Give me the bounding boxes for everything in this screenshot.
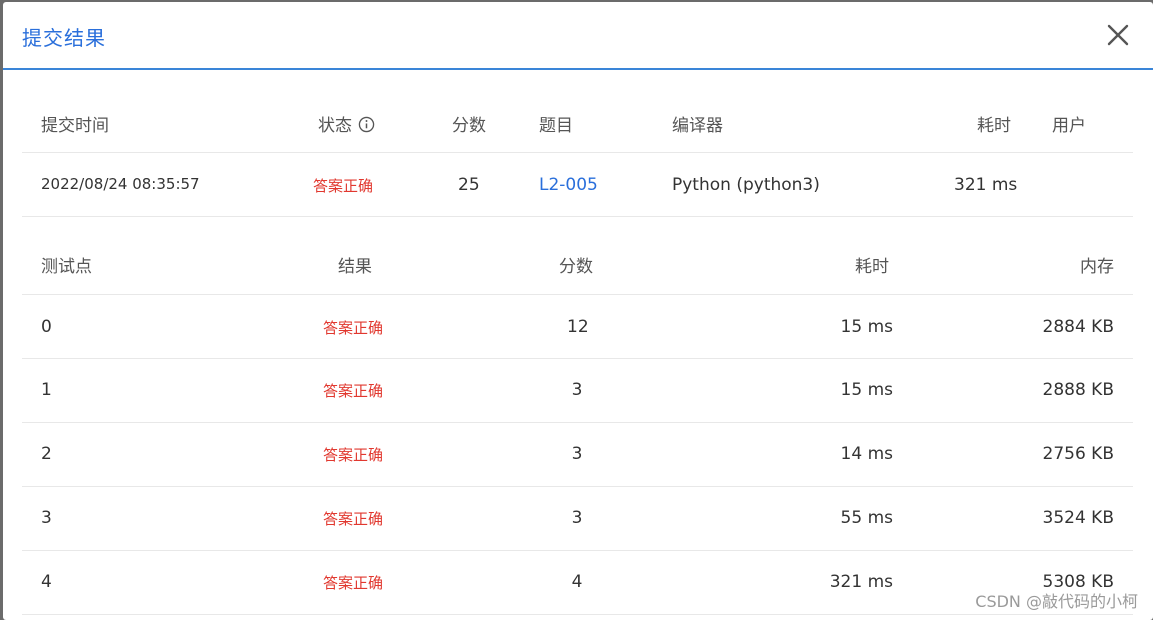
testcase-result: 答案正确 xyxy=(323,446,384,464)
testcase-score: 3 xyxy=(571,508,583,528)
testcase-result: 答案正确 xyxy=(323,574,384,592)
testcase-memory: 2884 KB xyxy=(1042,317,1114,337)
testcase-id: 1 xyxy=(41,380,52,400)
submission-status: 答案正确 xyxy=(313,177,374,195)
close-icon xyxy=(1107,24,1129,46)
testcase-duration: 15 ms xyxy=(840,317,893,337)
header-testcase-result: 结果 xyxy=(338,257,372,277)
testcase-memory: 3524 KB xyxy=(1042,508,1114,528)
testcase-result: 答案正确 xyxy=(323,382,384,400)
testcase-id: 0 xyxy=(41,317,52,337)
submission-compiler: Python (python3) xyxy=(672,175,820,195)
testcase-row: 4 答案正确 4 321 ms 5308 KB xyxy=(22,551,1133,615)
testcase-result: 答案正确 xyxy=(323,319,384,337)
submission-row: 2022/08/24 08:35:57 答案正确 25 L2-005 Pytho… xyxy=(22,153,1133,217)
testcase-id: 2 xyxy=(41,444,52,464)
header-testcase-duration: 耗时 xyxy=(855,257,889,277)
header-score: 分数 xyxy=(452,116,486,136)
submission-header-row: 提交时间 状态 分数 题目 编译器 耗时 用户 xyxy=(22,90,1133,153)
testcase-score: 3 xyxy=(571,444,583,464)
testcase-row: 0 答案正确 12 15 ms 2884 KB xyxy=(22,295,1133,359)
submission-time: 2022/08/24 08:35:57 xyxy=(41,175,200,193)
modal-header: 提交结果 xyxy=(3,2,1153,70)
testcase-memory: 2756 KB xyxy=(1042,444,1114,464)
testcase-id: 4 xyxy=(41,572,52,592)
header-status: 状态 xyxy=(318,111,375,136)
testcase-row: 3 答案正确 3 55 ms 3524 KB xyxy=(22,487,1133,551)
header-testcase-score: 分数 xyxy=(559,257,593,277)
submission-result-modal: 提交结果 提交时间 状态 分数 题目 编译器 耗时 用户 2022/08/24 … xyxy=(3,2,1153,620)
testcase-score: 4 xyxy=(571,572,583,592)
header-status-label: 状态 xyxy=(318,116,352,136)
submission-duration: 321 ms xyxy=(954,175,1018,195)
header-testcase-memory: 内存 xyxy=(1080,257,1114,277)
testcase-duration: 14 ms xyxy=(840,444,893,464)
testcase-header-row: 测试点 结果 分数 耗时 内存 xyxy=(22,217,1133,295)
header-compiler: 编译器 xyxy=(672,116,723,136)
testcase-duration: 55 ms xyxy=(840,508,893,528)
testcase-score: 3 xyxy=(571,380,583,400)
info-icon[interactable] xyxy=(358,116,375,133)
testcase-memory: 2888 KB xyxy=(1042,380,1114,400)
header-time: 提交时间 xyxy=(41,116,109,136)
testcase-row: 1 答案正确 3 15 ms 2888 KB xyxy=(22,359,1133,423)
testcase-duration: 15 ms xyxy=(840,380,893,400)
testcase-id: 3 xyxy=(41,508,52,528)
testcase-score: 12 xyxy=(567,317,589,337)
header-user: 用户 xyxy=(1052,116,1086,136)
testcase-duration: 321 ms xyxy=(829,572,893,592)
close-button[interactable] xyxy=(1105,22,1131,48)
watermark: CSDN @敲代码的小柯 xyxy=(975,592,1138,611)
header-problem: 题目 xyxy=(539,116,573,136)
testcase-result: 答案正确 xyxy=(323,510,384,528)
problem-link[interactable]: L2-005 xyxy=(539,175,598,195)
modal-title: 提交结果 xyxy=(22,26,106,50)
submission-score: 25 xyxy=(458,175,480,195)
header-testcase-id: 测试点 xyxy=(41,257,92,277)
header-duration: 耗时 xyxy=(977,116,1011,136)
testcase-row: 2 答案正确 3 14 ms 2756 KB xyxy=(22,423,1133,487)
